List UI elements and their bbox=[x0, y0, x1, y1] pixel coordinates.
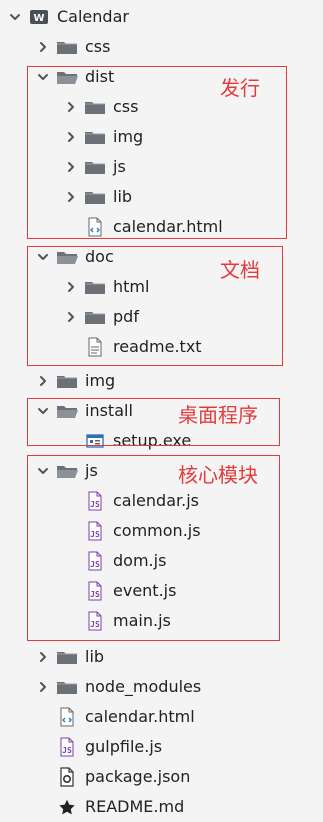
annotation-label-dist: 发行 bbox=[220, 76, 260, 100]
folder-icon bbox=[56, 677, 78, 697]
chevron-down-icon[interactable] bbox=[8, 10, 22, 24]
annotation-label-js: 核心模块 bbox=[178, 463, 258, 487]
tree-item-label: lib bbox=[85, 647, 105, 666]
folder-icon bbox=[56, 647, 78, 667]
star-icon bbox=[56, 797, 78, 817]
tree-item-label: img bbox=[85, 371, 116, 390]
tree-item[interactable]: img bbox=[0, 366, 323, 396]
tree-item[interactable]: package.json bbox=[0, 762, 323, 792]
tree-item[interactable]: lib bbox=[0, 642, 323, 672]
html-file-icon bbox=[56, 707, 78, 727]
project-icon: W bbox=[28, 7, 50, 27]
tree-item[interactable]: node_modules bbox=[0, 672, 323, 702]
tree-item[interactable]: JS gulpfile.js bbox=[0, 732, 323, 762]
svg-text:JS: JS bbox=[62, 746, 72, 755]
chevron-right-icon[interactable] bbox=[36, 680, 50, 694]
tree-item-label: Calendar bbox=[57, 7, 129, 26]
annotation-label-install: 桌面程序 bbox=[178, 403, 258, 427]
tree-item-label: css bbox=[85, 37, 111, 56]
chevron-right-icon[interactable] bbox=[36, 650, 50, 664]
tree-item[interactable]: W Calendar bbox=[0, 2, 323, 32]
chevron-right-icon[interactable] bbox=[36, 40, 50, 54]
tree-item[interactable]: css bbox=[0, 32, 323, 62]
tree-item-label: README.md bbox=[85, 797, 185, 816]
chevron-right-icon[interactable] bbox=[36, 374, 50, 388]
tree-item-label: calendar.html bbox=[85, 707, 195, 726]
annotation-label-doc: 文档 bbox=[220, 258, 260, 282]
tree-item-label: gulpfile.js bbox=[85, 737, 163, 756]
folder-icon bbox=[56, 37, 78, 57]
tree-item[interactable]: README.md bbox=[0, 792, 323, 822]
js-file-icon: JS bbox=[56, 737, 78, 757]
tree-item-label: node_modules bbox=[85, 677, 202, 696]
json-file-icon bbox=[56, 767, 78, 787]
folder-icon bbox=[56, 371, 78, 391]
tree-item[interactable]: calendar.html bbox=[0, 702, 323, 732]
svg-text:W: W bbox=[33, 13, 44, 24]
tree-item-label: package.json bbox=[85, 767, 191, 786]
